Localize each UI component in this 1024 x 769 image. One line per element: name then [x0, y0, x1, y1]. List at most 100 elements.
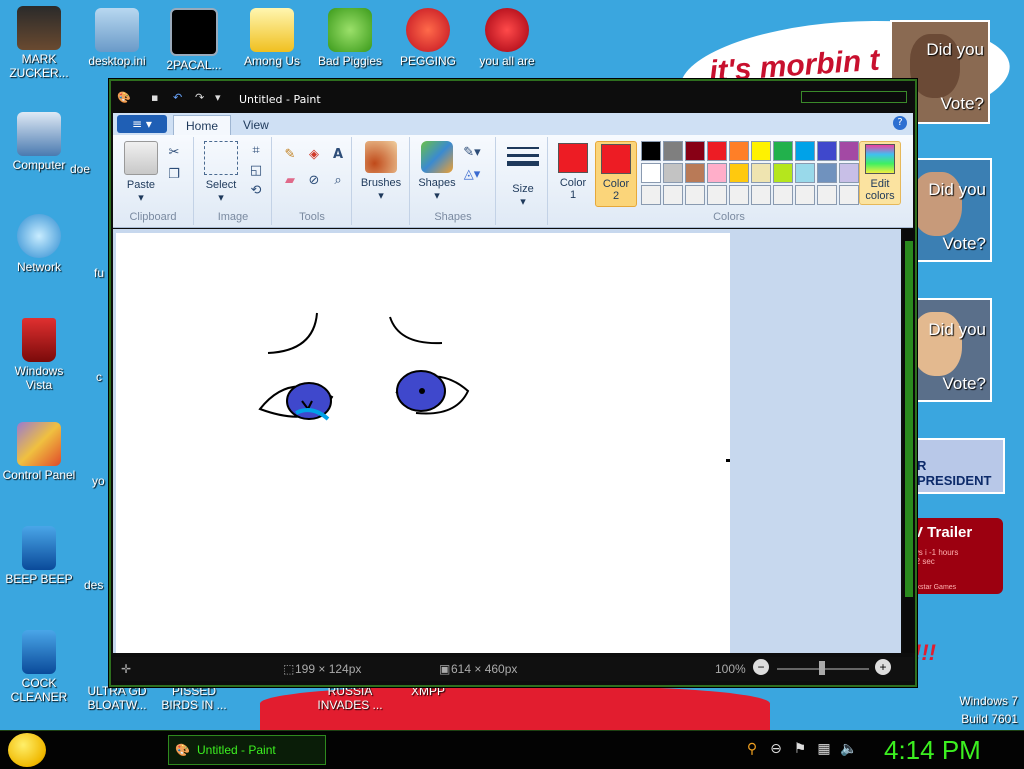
- shape-fill-icon[interactable]: ◬▾: [463, 165, 481, 183]
- palette-swatch[interactable]: [817, 163, 837, 183]
- fill-icon[interactable]: ◈: [305, 145, 323, 163]
- desktop-icon-recycle-bin[interactable]: Windows Vista: [0, 318, 78, 392]
- start-button[interactable]: [8, 733, 46, 767]
- palette-swatch[interactable]: [839, 163, 859, 183]
- desktop-icon-ultra-gd[interactable]: ULTRA GD BLOATW...: [78, 684, 156, 712]
- zoom-slider-thumb[interactable]: [819, 661, 825, 675]
- title-bar[interactable]: 🎨 ▪ ↶ ↷ ▾ Untitled - Paint: [109, 79, 917, 111]
- desktop-icon-bad-piggies[interactable]: Bad Piggies: [311, 8, 389, 68]
- desktop-icon-network[interactable]: Network: [0, 214, 78, 274]
- paint-menu-button[interactable]: ≡ ▾: [117, 115, 167, 133]
- desktop-icon-you-all-are[interactable]: you all are: [468, 8, 546, 68]
- palette-swatch[interactable]: [641, 185, 661, 205]
- desktop-icon-russia[interactable]: RUSSIA INVADES ...: [311, 684, 389, 712]
- eraser-icon[interactable]: ▰: [281, 171, 299, 189]
- palette-swatch[interactable]: [707, 141, 727, 161]
- palette-swatch[interactable]: [729, 163, 749, 183]
- paste-button[interactable]: Paste ▾: [121, 141, 161, 204]
- desktop-icon-label: Network: [16, 260, 61, 274]
- palette-swatch[interactable]: [707, 185, 727, 205]
- palette-swatch[interactable]: [729, 185, 749, 205]
- window-controls[interactable]: [801, 91, 907, 103]
- palette-swatch[interactable]: [663, 163, 683, 183]
- tab-home[interactable]: Home: [173, 115, 232, 136]
- president-sign[interactable]: R PRESIDENT: [905, 438, 1005, 494]
- palette-swatch[interactable]: [751, 185, 771, 205]
- palette-swatch[interactable]: [795, 185, 815, 205]
- cut-icon[interactable]: ✂: [165, 143, 183, 161]
- palette-swatch[interactable]: [773, 185, 793, 205]
- palette-swatch[interactable]: [663, 141, 683, 161]
- desktop-icon-mark[interactable]: MARK ZUCKER...: [0, 6, 78, 80]
- palette-swatch[interactable]: [817, 185, 837, 205]
- palette-swatch[interactable]: [751, 163, 771, 183]
- palette-swatch[interactable]: [795, 141, 815, 161]
- desktop-icon-pissed-birds[interactable]: PISSED BIRDS IN ...: [155, 684, 233, 712]
- select-button[interactable]: Select ▾: [199, 141, 243, 204]
- palette-swatch[interactable]: [685, 163, 705, 183]
- taskbar-paint-button[interactable]: 🎨 Untitled - Paint: [168, 735, 326, 765]
- edit-colors-button[interactable]: Edit colors: [859, 141, 901, 205]
- shapes-button[interactable]: Shapes ▾: [415, 141, 459, 202]
- scroll-thumb[interactable]: [905, 241, 913, 597]
- canvas-workspace[interactable]: [113, 229, 901, 653]
- palette-swatch[interactable]: [795, 163, 815, 183]
- palette-swatch[interactable]: [707, 163, 727, 183]
- paint-window[interactable]: 🎨 ▪ ↶ ↷ ▾ Untitled - Paint ≡ ▾ Home View…: [108, 78, 918, 688]
- palette-swatch[interactable]: [751, 141, 771, 161]
- outline-icon[interactable]: ✎▾: [463, 143, 481, 161]
- desktop-icon-computer[interactable]: Computer: [0, 112, 78, 172]
- palette-swatch[interactable]: [817, 141, 837, 161]
- desktop-icon-cleaner[interactable]: COCK CLEANER: [0, 630, 78, 704]
- palette-swatch[interactable]: [641, 141, 661, 161]
- desktop-icon-beep[interactable]: BEEP BEEP: [0, 526, 78, 586]
- desktop-icon-among-us[interactable]: Among Us: [233, 8, 311, 68]
- crop-icon[interactable]: ⌗: [247, 141, 265, 159]
- trailer-ad[interactable]: V Trailer ws i -1 hours -2 sec ckstar Ga…: [905, 518, 1003, 594]
- copy-icon[interactable]: ❐: [165, 165, 183, 183]
- taskbar-clock[interactable]: 4:14 PM: [884, 735, 981, 766]
- palette-swatch[interactable]: [773, 141, 793, 161]
- resize-icon[interactable]: ◱: [247, 161, 265, 179]
- palette-swatch[interactable]: [685, 141, 705, 161]
- partial-icon-label[interactable]: doe: [70, 162, 110, 176]
- palette-swatch[interactable]: [839, 185, 859, 205]
- magnifier-icon[interactable]: ⌕: [329, 171, 347, 189]
- color2-button[interactable]: Color 2: [595, 141, 637, 207]
- search-icon[interactable]: ⚲: [744, 741, 760, 757]
- tab-view[interactable]: View: [231, 115, 281, 135]
- paint-app-icon[interactable]: 🎨: [117, 91, 133, 105]
- minimize-icon[interactable]: ⊖: [768, 741, 784, 757]
- customize-qat-icon[interactable]: ▾: [215, 91, 231, 105]
- help-icon[interactable]: ?: [893, 116, 907, 130]
- palette-swatch[interactable]: [773, 163, 793, 183]
- rotate-icon[interactable]: ⟲: [247, 181, 265, 199]
- pencil-icon[interactable]: ✎: [281, 145, 299, 163]
- text-icon[interactable]: A: [329, 145, 347, 163]
- palette-swatch[interactable]: [839, 141, 859, 161]
- palette-swatch[interactable]: [663, 185, 683, 205]
- network-icon[interactable]: ▦: [816, 741, 832, 757]
- shapes-icon: [421, 141, 453, 173]
- palette-swatch[interactable]: [685, 185, 705, 205]
- zoom-out-icon[interactable]: −: [753, 659, 769, 675]
- vertical-scrollbar[interactable]: [903, 229, 915, 653]
- drawing-canvas[interactable]: [116, 233, 730, 653]
- desktop-icon-desktop-ini[interactable]: desktop.ini: [78, 8, 156, 68]
- undo-icon[interactable]: ↶: [173, 91, 189, 105]
- color-picker-icon[interactable]: ⊘: [305, 171, 323, 189]
- volume-icon[interactable]: 🔈: [840, 741, 857, 757]
- redo-icon[interactable]: ↷: [195, 91, 211, 105]
- palette-swatch[interactable]: [729, 141, 749, 161]
- save-icon[interactable]: ▪: [151, 91, 167, 105]
- zoom-in-icon[interactable]: +: [875, 659, 891, 675]
- desktop-icon-pegging[interactable]: PEGGING: [389, 8, 467, 68]
- palette-swatch[interactable]: [641, 163, 661, 183]
- flag-icon[interactable]: ⚑: [792, 741, 808, 757]
- desktop-icon-2pacal[interactable]: 2PACAL...: [155, 8, 233, 72]
- color1-number: 1: [569, 189, 577, 201]
- brushes-button[interactable]: Brushes ▾: [357, 141, 405, 202]
- color1-button[interactable]: Color 1: [555, 141, 591, 201]
- desktop-icon-control-panel[interactable]: Control Panel: [0, 422, 78, 482]
- size-button[interactable]: Size ▾: [503, 141, 543, 208]
